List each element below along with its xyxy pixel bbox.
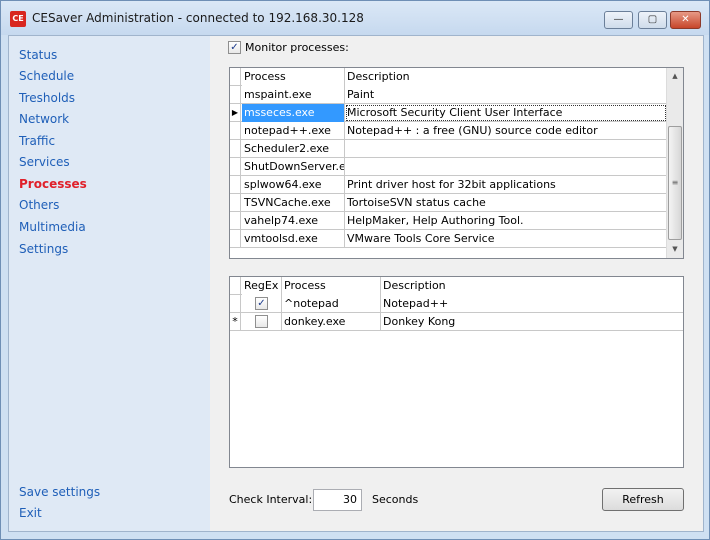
description-cell[interactable]: Notepad++ : a free (GNU) source code edi… — [345, 122, 667, 140]
process-grid-scrollbar[interactable]: ▲ ≡ ▼ — [666, 68, 683, 258]
process-cell[interactable]: ^notepad — [282, 295, 381, 313]
description-cell[interactable]: TortoiseSVN status cache — [345, 194, 667, 212]
regex-checkbox[interactable]: ✓ — [255, 297, 268, 310]
monitor-processes-label: Monitor processes: — [245, 41, 349, 54]
application-window: CE CESaver Administration - connected to… — [0, 0, 710, 540]
table-row[interactable]: Scheduler2.exe — [230, 140, 667, 158]
table-row[interactable]: notepad++.exe Notepad++ : a free (GNU) s… — [230, 122, 667, 140]
sidebar-item-others[interactable]: Others — [19, 198, 59, 212]
process-cell[interactable]: mspaint.exe — [242, 86, 345, 104]
check-interval-input[interactable]: 30 — [313, 489, 362, 511]
app-logo-icon: CE — [10, 11, 26, 27]
table-row[interactable]: vahelp74.exe HelpMaker, Help Authoring T… — [230, 212, 667, 230]
processes-panel: ✓ Monitor processes: Process Description… — [210, 36, 703, 531]
column-header-process[interactable]: Process — [242, 68, 345, 86]
column-header-description[interactable]: Description — [345, 68, 667, 86]
scroll-down-icon[interactable]: ▼ — [667, 241, 683, 258]
current-row-icon: ▶ — [230, 104, 241, 122]
minimize-icon: — — [613, 14, 624, 25]
process-cell[interactable]: donkey.exe — [282, 313, 381, 331]
monitor-processes-checkbox[interactable]: ✓ — [228, 41, 241, 54]
title-bar[interactable]: CE CESaver Administration - connected to… — [1, 1, 709, 35]
regex-cell[interactable] — [242, 313, 282, 331]
description-cell[interactable]: Microsoft Security Client User Interface — [345, 104, 667, 122]
table-row[interactable]: vmtoolsd.exe VMware Tools Core Service — [230, 230, 667, 248]
sidebar-item-network[interactable]: Network — [19, 112, 69, 126]
sidebar-item-multimedia[interactable]: Multimedia — [19, 220, 86, 234]
description-cell[interactable]: HelpMaker, Help Authoring Tool. — [345, 212, 667, 230]
table-row[interactable]: ShutDownServer.exe — [230, 158, 667, 176]
process-cell[interactable]: msseces.exe — [242, 104, 345, 122]
window-title: CESaver Administration - connected to 19… — [32, 11, 364, 25]
regex-checkbox[interactable] — [255, 315, 268, 328]
description-cell[interactable]: Notepad++ — [381, 295, 683, 313]
process-cell[interactable]: TSVNCache.exe — [242, 194, 345, 212]
sidebar-item-schedule[interactable]: Schedule — [19, 69, 74, 83]
sidebar-item-tresholds[interactable]: Tresholds — [19, 91, 75, 105]
table-row[interactable]: splwow64.exe Print driver host for 32bit… — [230, 176, 667, 194]
column-header-description[interactable]: Description — [381, 277, 683, 295]
exit-link[interactable]: Exit — [19, 506, 42, 520]
maximize-icon: ▢ — [647, 14, 658, 25]
sidebar-item-settings[interactable]: Settings — [19, 242, 68, 256]
table-row[interactable]: ✓ ^notepad Notepad++ — [230, 295, 683, 313]
save-settings-link[interactable]: Save settings — [19, 485, 100, 499]
rule-grid[interactable]: RegEx Process Description ✓ ^notepad Not… — [229, 276, 684, 468]
description-cell[interactable]: Print driver host for 32bit applications — [345, 176, 667, 194]
refresh-button[interactable]: Refresh — [602, 488, 684, 511]
minimize-button[interactable]: — — [604, 11, 633, 29]
process-grid-header: Process Description — [230, 68, 667, 86]
process-cell[interactable]: splwow64.exe — [242, 176, 345, 194]
process-grid[interactable]: Process Description mspaint.exe Paint ▶ … — [229, 67, 684, 259]
process-cell[interactable]: ShutDownServer.exe — [242, 158, 345, 176]
table-row-selected[interactable]: ▶ msseces.exe Microsoft Security Client … — [230, 104, 667, 122]
process-cell[interactable]: vahelp74.exe — [242, 212, 345, 230]
process-cell[interactable]: notepad++.exe — [242, 122, 345, 140]
sidebar-item-status[interactable]: Status — [19, 48, 57, 62]
client-area: Status Schedule Tresholds Network Traffi… — [8, 35, 704, 532]
sidebar-item-processes[interactable]: Processes — [19, 177, 87, 191]
description-cell[interactable]: Donkey Kong — [381, 313, 683, 331]
close-button[interactable]: ✕ — [670, 11, 701, 29]
regex-cell[interactable]: ✓ — [242, 295, 282, 313]
interval-unit-label: Seconds — [372, 493, 419, 506]
maximize-button[interactable]: ▢ — [638, 11, 667, 29]
table-row[interactable]: TSVNCache.exe TortoiseSVN status cache — [230, 194, 667, 212]
sidebar-item-traffic[interactable]: Traffic — [19, 134, 55, 148]
table-row-new[interactable]: * donkey.exe Donkey Kong — [230, 313, 683, 331]
process-cell[interactable]: Scheduler2.exe — [242, 140, 345, 158]
close-icon: ✕ — [681, 14, 690, 25]
new-row-icon: * — [230, 313, 241, 331]
column-header-process[interactable]: Process — [282, 277, 381, 295]
check-interval-label: Check Interval: — [229, 493, 313, 506]
scroll-up-icon[interactable]: ▲ — [667, 68, 683, 85]
table-row[interactable]: mspaint.exe Paint — [230, 86, 667, 104]
checkmark-icon: ✓ — [257, 298, 266, 309]
process-cell[interactable]: vmtoolsd.exe — [242, 230, 345, 248]
description-cell[interactable] — [345, 158, 667, 176]
rule-grid-header: RegEx Process Description — [230, 277, 683, 295]
sidebar-item-services[interactable]: Services — [19, 155, 70, 169]
column-header-regex[interactable]: RegEx — [242, 277, 282, 295]
scroll-thumb[interactable]: ≡ — [668, 126, 682, 240]
checkmark-icon: ✓ — [230, 42, 239, 53]
description-cell[interactable] — [345, 140, 667, 158]
description-cell[interactable]: VMware Tools Core Service — [345, 230, 667, 248]
description-cell[interactable]: Paint — [345, 86, 667, 104]
sidebar: Status Schedule Tresholds Network Traffi… — [9, 36, 210, 531]
